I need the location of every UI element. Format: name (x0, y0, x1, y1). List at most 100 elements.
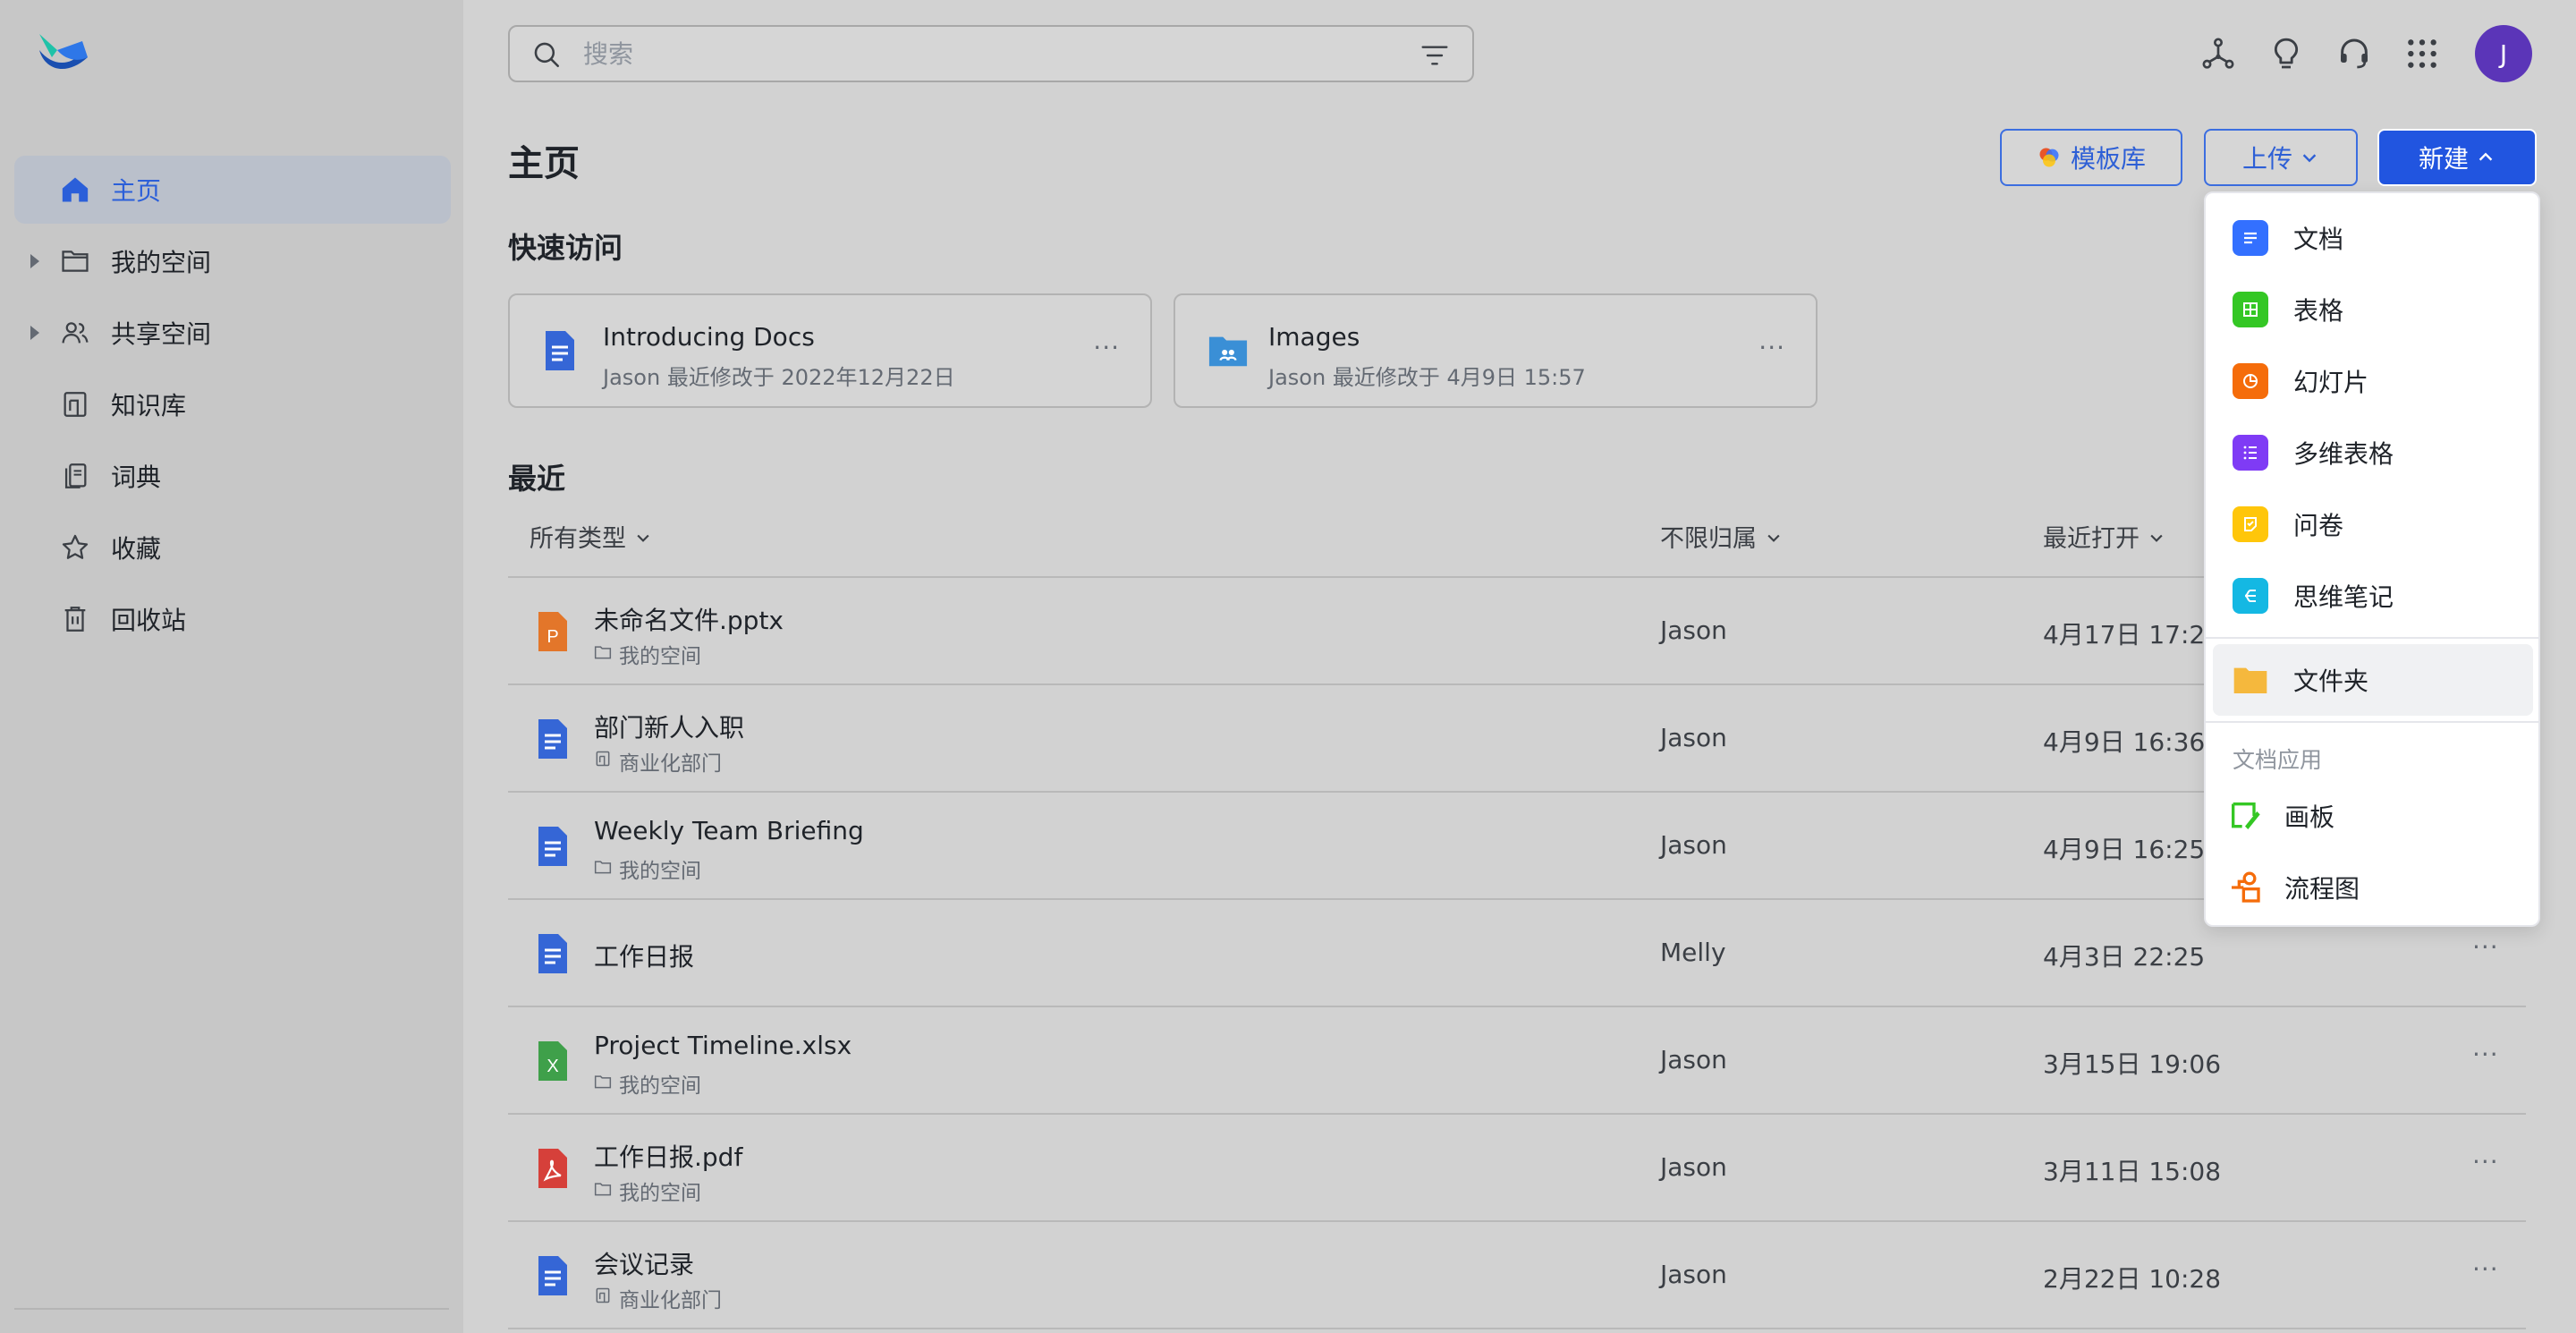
sidebar-item-shared-space[interactable]: 共享空间 (14, 299, 451, 367)
sidebar: 主页 我的空间 共享空间 知识库 词典 收藏 回收站 (0, 0, 463, 1333)
table-row[interactable]: 工作日报.pdf 我的空间 Jason 3月11日 15:08 ··· (508, 1115, 2526, 1222)
search-input[interactable] (583, 36, 1352, 72)
upload-button[interactable]: 上传 (2204, 129, 2358, 186)
menu-item-label: 文档 (2293, 225, 2344, 254)
sidebar-item-wiki[interactable]: 知识库 (14, 370, 451, 438)
quick-access-card[interactable]: Introducing Docs Jason 最近修改于 2022年12月22日… (508, 293, 1152, 408)
sort-opened[interactable]: 最近打开 (2043, 519, 2165, 554)
expand-caret-icon[interactable] (30, 326, 39, 340)
template-library-button[interactable]: 模板库 (2000, 129, 2182, 186)
more-icon[interactable]: ··· (2472, 1147, 2499, 1176)
lightbulb-icon[interactable] (2265, 32, 2308, 75)
bitable-icon (2233, 435, 2268, 471)
table-row[interactable]: X Project Timeline.xlsx 我的空间 Jason 3月15日 19:… (508, 1007, 2526, 1115)
file-owner: Jason (1660, 1260, 1727, 1289)
headset-icon[interactable] (2333, 32, 2376, 75)
file-owner: Melly (1660, 938, 1726, 967)
sidebar-item-dictionary[interactable]: 词典 (14, 442, 451, 510)
file-location-label: 我的空间 (619, 1182, 701, 1205)
sort-opened-label: 最近打开 (2043, 525, 2140, 553)
table-row[interactable]: 会议记录 商业化部门 Jason 2月22日 10:28 ··· (508, 1222, 2526, 1329)
more-icon[interactable]: ··· (1093, 333, 1120, 362)
app-logo[interactable] (36, 30, 91, 81)
folder-icon (59, 245, 91, 277)
whiteboard-icon (2227, 798, 2263, 834)
trash-icon (59, 603, 91, 635)
menu-item-label: 思维笔记 (2293, 582, 2394, 612)
sidebar-item-favorites[interactable]: 收藏 (14, 514, 451, 582)
new-label: 新建 (2418, 144, 2469, 174)
doc-file-icon (535, 825, 571, 871)
file-owner: Jason (1660, 830, 1727, 860)
wiki-icon (594, 1286, 612, 1310)
file-name: 工作日报 (594, 942, 695, 972)
folder-icon (594, 642, 612, 666)
more-icon[interactable]: ··· (2472, 932, 2499, 962)
filter-owner[interactable]: 不限归属 (1660, 519, 1783, 554)
more-icon[interactable]: ··· (2472, 1040, 2499, 1069)
folder-icon (594, 857, 612, 880)
upload-label: 上传 (2241, 144, 2292, 174)
menu-item-label: 流程图 (2284, 874, 2360, 904)
file-location: 我的空间 (594, 853, 701, 884)
more-icon[interactable]: ··· (2472, 1254, 2499, 1284)
doc-file-icon (535, 932, 571, 979)
new-button[interactable]: 新建 (2377, 129, 2537, 186)
file-opened-time: 3月11日 15:08 (2043, 1157, 2222, 1186)
menu-item-label: 多维表格 (2293, 439, 2394, 469)
svg-text:P: P (547, 627, 558, 647)
doc-icon (546, 331, 574, 370)
menu-item-slides[interactable]: 幻灯片 (2206, 345, 2538, 417)
chevron-down-icon (2149, 534, 2163, 542)
svg-text:X: X (547, 1057, 558, 1076)
file-location-label: 商业化部门 (619, 1289, 722, 1312)
quick-access-title: 快速访问 (508, 231, 623, 265)
file-opened-time: 4月3日 22:25 (2043, 942, 2206, 972)
menu-item-whiteboard[interactable]: 画板 (2206, 780, 2538, 852)
sidebar-item-label: 词典 (111, 463, 162, 492)
file-location: 商业化部门 (594, 1283, 722, 1313)
more-icon[interactable]: ··· (1758, 333, 1785, 362)
file-owner: Jason (1660, 723, 1727, 752)
app-grid-icon[interactable] (2401, 32, 2444, 75)
expand-caret-icon[interactable] (30, 254, 39, 268)
menu-item-folder[interactable]: 文件夹 (2213, 644, 2533, 716)
menu-item-sheet[interactable]: 表格 (2206, 274, 2538, 345)
menu-item-flowchart[interactable]: 流程图 (2206, 852, 2538, 923)
sidebar-item-trash[interactable]: 回收站 (14, 585, 451, 653)
sidebar-item-home[interactable]: 主页 (14, 156, 451, 224)
doc-file-icon (535, 717, 571, 764)
sidebar-item-label: 回收站 (111, 606, 187, 635)
file-opened-time: 4月9日 16:25 (2043, 835, 2206, 864)
menu-item-survey[interactable]: 问卷 (2206, 488, 2538, 560)
file-location: 商业化部门 (594, 746, 722, 777)
sidebar-item-my-space[interactable]: 我的空间 (14, 227, 451, 295)
sidebar-item-label: 知识库 (111, 391, 187, 420)
menu-item-mindnote[interactable]: 思维笔记 (2206, 560, 2538, 632)
card-name: Images (1268, 322, 1360, 352)
filter-type[interactable]: 所有类型 (530, 519, 652, 554)
network-icon[interactable] (2197, 32, 2240, 75)
template-icon (2039, 148, 2059, 167)
file-location: 我的空间 (594, 1176, 701, 1206)
star-icon (59, 531, 91, 564)
avatar[interactable]: J (2475, 25, 2532, 82)
book-icon (59, 388, 91, 420)
file-opened-time: 4月9日 16:36 (2043, 727, 2206, 757)
chevron-down-icon (1767, 534, 1780, 542)
folder-icon (2233, 662, 2268, 698)
menu-item-doc[interactable]: 文档 (2206, 202, 2538, 274)
quick-access-card[interactable]: Images Jason 最近修改于 4月9日 15:57 ··· (1174, 293, 1818, 408)
card-meta: Jason 最近修改于 2022年12月22日 (603, 365, 955, 390)
sidebar-item-label: 共享空间 (111, 319, 212, 349)
file-location-label: 商业化部门 (619, 752, 722, 776)
menu-item-bitable[interactable]: 多维表格 (2206, 417, 2538, 488)
file-name: 工作日报.pdf (594, 1142, 743, 1172)
filter-icon[interactable] (1420, 43, 1449, 68)
filter-type-label: 所有类型 (530, 525, 626, 553)
sidebar-item-label: 主页 (111, 176, 162, 206)
search-bar[interactable] (508, 25, 1474, 82)
new-dropdown-menu: 文档 表格 幻灯片 多维表格 问卷 思维笔记 文件夹 文档应用 画板 流程图 (2204, 191, 2540, 927)
menu-divider (2206, 637, 2538, 639)
mindnote-icon (2233, 578, 2268, 614)
